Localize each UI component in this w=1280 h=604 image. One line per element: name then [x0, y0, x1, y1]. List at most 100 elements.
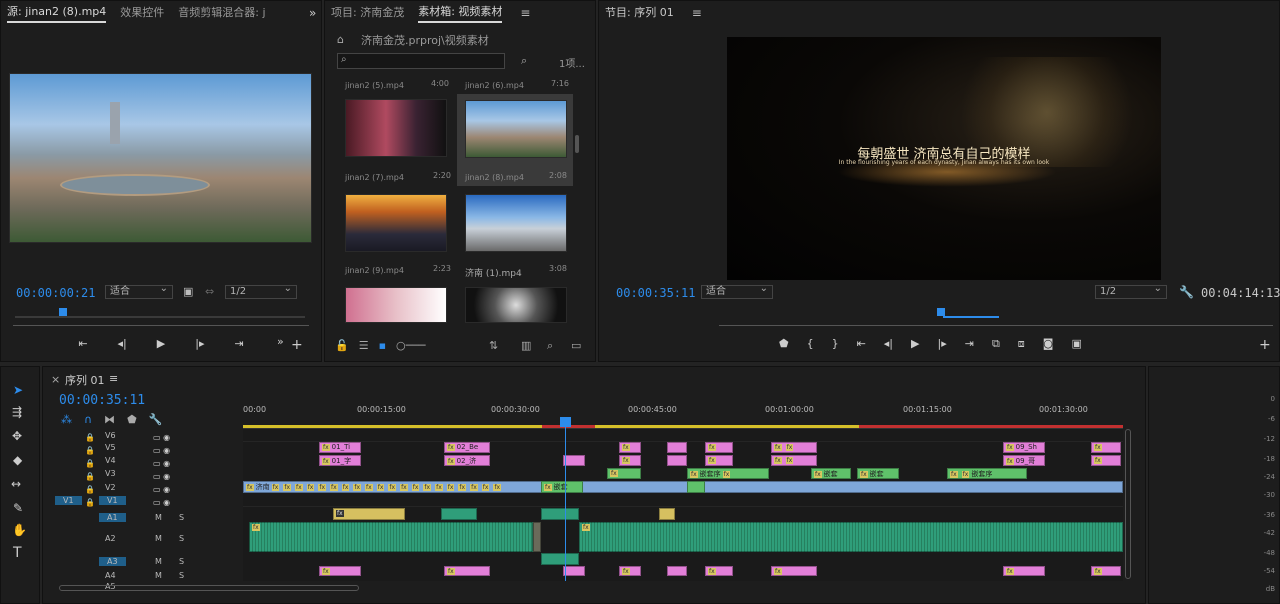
more-tabs-icon[interactable]: » — [309, 6, 316, 20]
track-label-a4[interactable]: A4 — [105, 571, 116, 580]
step-forward-icon[interactable]: |▸ — [195, 337, 204, 350]
clip-v4[interactable]: fx 02_济 — [444, 455, 490, 466]
step-back-icon[interactable]: ◂| — [884, 337, 893, 351]
clip-v4[interactable]: fx — [705, 455, 733, 466]
thumb-jinan2-8[interactable] — [465, 100, 567, 158]
new-search-bin-icon[interactable]: ⌕ — [521, 54, 527, 68]
timeline-vertical-scrollbar[interactable] — [1125, 429, 1131, 579]
lift-icon[interactable]: ⧉ — [992, 337, 1000, 351]
mute-button[interactable]: M — [155, 513, 162, 522]
tab-program[interactable]: 节目: 序列 01 — [605, 4, 674, 22]
clip-a4[interactable]: fx — [705, 566, 733, 576]
thumb-jinan2-7[interactable] — [345, 99, 447, 157]
track-label-a3[interactable]: A3 — [99, 557, 126, 566]
clip-v4[interactable]: fx — [1091, 455, 1121, 466]
bin-scrollbar[interactable] — [575, 135, 579, 153]
solo-button[interactable]: S — [179, 534, 184, 543]
type-tool-icon[interactable]: T — [13, 545, 22, 561]
hand-tool-icon[interactable]: ✋ — [12, 523, 27, 537]
lock-icons[interactable]: 🔒 🔒 🔒 🔒 🔒 🔒 — [85, 431, 95, 509]
tab-project[interactable]: 项目: 济南金茂 — [331, 4, 404, 22]
clip-v2[interactable]: fx 济南 fx fx fx fx fx fx fx fx fx fx fx fx fx fx fx fx fx fx… — [243, 481, 1123, 493]
list-view-icon[interactable]: ☰ — [359, 339, 369, 352]
nest-icon[interactable]: ⁂ — [61, 413, 72, 426]
wrench-icon[interactable]: 🔧 — [1179, 285, 1194, 299]
play-icon[interactable]: ▶ — [911, 337, 919, 351]
track-select-tool-icon[interactable]: ⇶ — [12, 405, 22, 419]
timeline-playhead-handle[interactable] — [560, 417, 571, 427]
go-to-out-icon[interactable]: ⇥ — [234, 337, 243, 350]
clip-a2[interactable]: fx — [249, 522, 533, 552]
clip-v2-nested[interactable]: fx 嵌套 — [541, 481, 583, 493]
panel-menu-icon[interactable]: ≡ — [692, 6, 702, 20]
track-label-v5[interactable]: V5 — [105, 443, 116, 452]
clip-v3[interactable]: fx fx 嵌套序 — [947, 468, 1027, 479]
clip-a3[interactable] — [541, 553, 579, 565]
comparison-view-icon[interactable]: ▣ — [1071, 337, 1081, 351]
clip-v3[interactable]: fx 嵌套 — [811, 468, 851, 479]
clip-v5[interactable]: fx — [1091, 442, 1121, 453]
source-scrub-bar[interactable] — [13, 325, 309, 326]
clip-a1[interactable]: fx — [333, 508, 405, 520]
search-input[interactable] — [337, 53, 505, 69]
program-quality-select[interactable]: 1/2 — [1095, 283, 1167, 299]
clip-v5[interactable]: fx — [619, 442, 641, 453]
clip-v4[interactable] — [563, 455, 585, 466]
source-timecode[interactable]: 00:00:00:21 — [16, 286, 95, 300]
program-timecode[interactable]: 00:00:35:11 — [616, 286, 695, 300]
clip-a2[interactable]: fx — [579, 522, 1123, 552]
selection-tool-icon[interactable]: ➤ — [13, 383, 23, 397]
tab-audio-mixer[interactable]: 音频剪辑混合器: j — [178, 4, 265, 22]
clip-v4[interactable]: fx fx — [771, 455, 817, 466]
clip-a4[interactable]: fx — [1003, 566, 1045, 576]
tab-effect-controls[interactable]: 效果控件 — [120, 4, 164, 22]
export-frame-icon[interactable]: ◙ — [1043, 337, 1054, 351]
track-label-v1[interactable]: V1 — [99, 496, 126, 505]
lock-icon[interactable]: 🔓 — [335, 339, 349, 352]
clip-a4[interactable]: fx — [1091, 566, 1121, 576]
icon-view-icon[interactable]: ▪ — [379, 339, 386, 352]
new-bin-icon[interactable]: ▭ — [571, 339, 581, 352]
clip-a1[interactable] — [441, 508, 477, 520]
snap-icon[interactable]: ∩ — [84, 413, 92, 426]
slip-tool-icon[interactable]: ↔ — [11, 477, 21, 491]
thumb-partial-1[interactable] — [345, 287, 447, 323]
program-playhead[interactable] — [937, 308, 945, 316]
clip-v2-nested[interactable] — [687, 481, 705, 493]
linked-selection-icon[interactable]: ⧓ — [104, 413, 115, 426]
clip-v5[interactable]: fx 09_Sh — [1003, 442, 1045, 453]
step-back-icon[interactable]: ◂| — [118, 337, 127, 350]
clip-v4[interactable]: fx — [619, 455, 641, 466]
tab-source[interactable]: 源: jinan2 (8).mp4 — [7, 3, 107, 23]
clip-a4[interactable]: fx — [444, 566, 490, 576]
program-zoom-region[interactable] — [943, 316, 999, 318]
mute-button[interactable]: M — [155, 571, 162, 580]
clip-v5[interactable]: fx 02_Be — [444, 442, 490, 453]
clip-v5[interactable]: fx 01_Ti — [319, 442, 361, 453]
clip-a4[interactable]: fx — [619, 566, 641, 576]
automate-icon[interactable]: ▥ — [521, 339, 531, 352]
source-playhead[interactable] — [59, 308, 67, 316]
clip-v3[interactable]: fx — [607, 468, 641, 479]
source-fit-select[interactable]: 适合 — [105, 283, 173, 299]
solo-button[interactable]: S — [179, 557, 184, 566]
go-to-in-icon[interactable]: ⇤ — [857, 337, 866, 351]
mark-in-icon[interactable]: { — [807, 337, 814, 351]
clip-v4[interactable]: fx 09_哥 — [1003, 455, 1045, 466]
play-icon[interactable]: ▶ — [157, 337, 165, 350]
timeline-timecode[interactable]: 00:00:35:11 — [59, 393, 145, 408]
solo-button[interactable]: S — [179, 571, 184, 580]
zoom-slider-icon[interactable]: ○─── — [396, 339, 425, 352]
track-label-v3[interactable]: V3 — [105, 469, 116, 478]
find-icon[interactable]: ⌕ — [547, 339, 553, 353]
clip-v4[interactable] — [667, 455, 687, 466]
program-fit-select[interactable]: 适合 — [701, 283, 773, 299]
extract-icon[interactable]: ⧈ — [1018, 337, 1025, 351]
clip-a1[interactable] — [541, 508, 579, 520]
wrench-settings-icon[interactable]: ⇔ — [205, 285, 214, 298]
bin-folder-icon[interactable]: ⌂ — [337, 33, 344, 46]
source-quality-select[interactable]: 1/2 — [225, 283, 297, 299]
pen-tool-icon[interactable]: ✎ — [13, 501, 23, 515]
close-tab-icon[interactable]: × — [51, 373, 60, 386]
sort-icon[interactable]: ⇅ — [489, 339, 498, 352]
